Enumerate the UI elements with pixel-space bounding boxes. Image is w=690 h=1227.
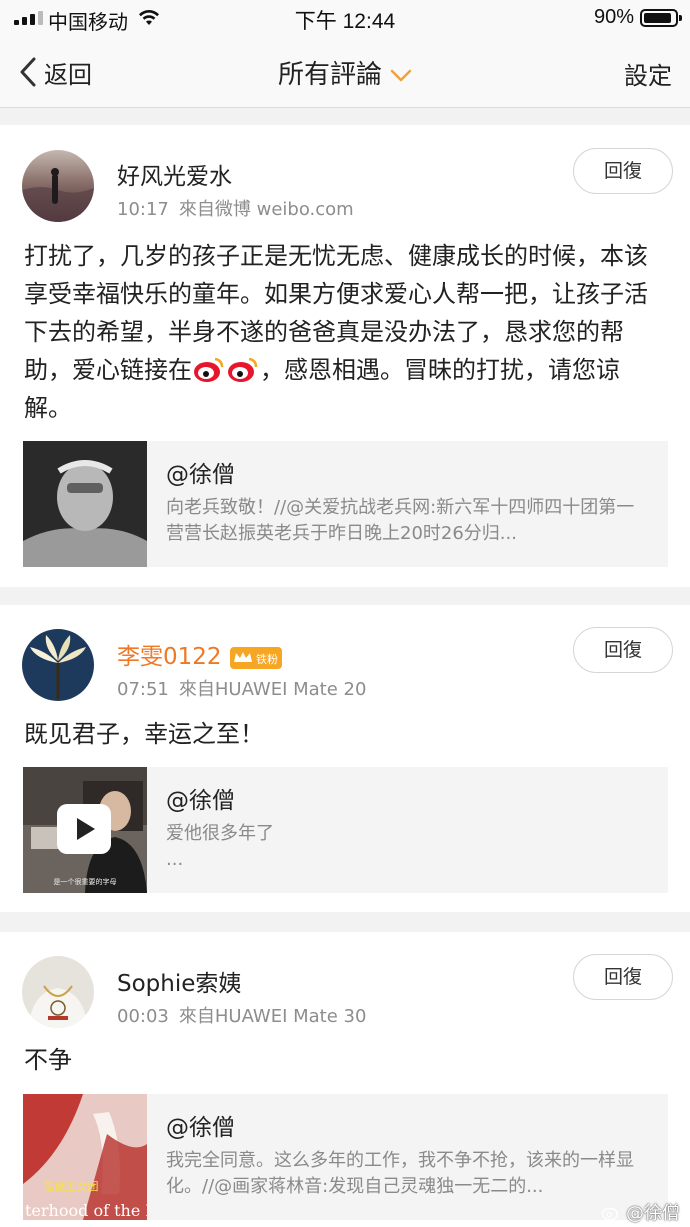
username[interactable]: 好风光爱水 (117, 157, 232, 191)
quoted-author[interactable]: @徐僧 (166, 1108, 235, 1142)
weibo-logo-icon[interactable] (193, 356, 225, 384)
weibo-watermark: @徐僧 (600, 1199, 680, 1225)
comment-meta: 00:03 來自HUAWEI Mate 30 (117, 1002, 366, 1028)
comment-time: 07:51 (117, 679, 169, 700)
quoted-author[interactable]: @徐僧 (166, 781, 235, 815)
page-title: 所有評論 (277, 60, 382, 90)
weibo-logo-icon (601, 1207, 618, 1221)
comment-source: 來自HUAWEI Mate 30 (178, 1006, 367, 1027)
comment-card: Sophie索姨 00:03 來自HUAWEI Mate 30 回復 不争 蔷薇圣… (0, 932, 690, 1227)
weibo-logo-icon[interactable] (227, 356, 259, 384)
thumbnail-caption: 蔷薇圣女团 (44, 1179, 99, 1193)
quoted-text: 爱他很多年了 ... (166, 821, 646, 873)
reply-button[interactable]: 回復 (573, 954, 673, 1000)
comment-meta: 07:51 來自HUAWEI Mate 20 (117, 675, 366, 701)
avatar[interactable] (22, 150, 94, 222)
quoted-text-line: 爱他很多年了 (166, 823, 274, 844)
battery-icon (640, 9, 682, 27)
battery-percent: 90% (593, 6, 634, 28)
username[interactable]: Sophie索姨 (117, 964, 241, 998)
reply-button[interactable]: 回復 (573, 627, 673, 673)
quoted-author[interactable]: @徐僧 (166, 455, 235, 489)
quoted-post-thumbnail: 蔷薇圣女团 terhood of the R (23, 1094, 147, 1220)
watermark-text: @徐僧 (626, 1203, 680, 1224)
comment-card: 好风光爱水 10:17 來自微博 weibo.com 回復 打扰了，几岁的孩子正是… (0, 125, 690, 587)
quoted-post[interactable]: 蔷薇圣女团 terhood of the R @徐僧 我完全同意。这么多年的工作… (23, 1094, 668, 1220)
avatar[interactable] (22, 956, 94, 1028)
comment-time: 00:03 (117, 1006, 169, 1027)
comment-card: 李雯0122 铁粉 07:51 來自HUAWEI Mate 20 回復 既见君子，幸… (0, 605, 690, 912)
quoted-text: 向老兵致敬！//@关爱抗战老兵网:新六军十四师四十团第一营营长赵振英老兵于昨日晚… (166, 497, 635, 544)
username-text: 李雯0122 (117, 644, 222, 670)
nav-bar: 返回 所有評論 設定 (0, 36, 690, 108)
status-bar: 中国移动 下午 12:44 90% (0, 0, 690, 36)
video-caption: 是一个很重要的字母 (54, 877, 117, 886)
comment-meta: 10:17 來自微博 weibo.com (117, 195, 354, 221)
thumbnail-caption: terhood of the R (25, 1201, 147, 1220)
avatar[interactable] (22, 629, 94, 701)
comment-text: 打扰了，几岁的孩子正是无忧无虑、健康成长的时候，本该享受幸福快乐的童年。如果方便… (24, 237, 660, 427)
username[interactable]: 李雯0122 铁粉 (117, 637, 282, 671)
settings-button[interactable]: 設定 (624, 56, 672, 91)
quoted-post-thumbnail (23, 441, 147, 567)
quoted-text: 我完全同意。这么多年的工作，我不争不抢，该来的一样显化。//@画家蒋林音:发现自… (166, 1150, 634, 1197)
chevron-down-icon (390, 69, 412, 81)
clock: 下午 12:44 (294, 10, 396, 33)
quoted-post[interactable]: @徐僧 向老兵致敬！//@关爱抗战老兵网:新六军十四师四十团第一营营长赵振英老兵… (23, 441, 668, 567)
reply-button[interactable]: 回復 (573, 148, 673, 194)
comment-text: 既见君子，幸运之至！ (24, 720, 264, 748)
quoted-video-thumbnail[interactable]: 是一个很重要的字母 (23, 767, 147, 893)
quoted-post[interactable]: 是一个很重要的字母 @徐僧 爱他很多年了 ... (23, 767, 668, 893)
fan-badge-label: 铁粉 (256, 653, 278, 666)
quoted-text-more: ... (166, 849, 184, 870)
comment-source: 來自微博 weibo.com (178, 199, 354, 220)
comment-source: 來自HUAWEI Mate 20 (178, 679, 367, 700)
comment-time: 10:17 (117, 199, 169, 220)
comment-filter-dropdown[interactable]: 所有評論 (0, 54, 690, 91)
comment-text: 不争 (24, 1046, 72, 1074)
fan-badge-icon: 铁粉 (229, 646, 282, 669)
play-icon[interactable] (57, 804, 111, 854)
